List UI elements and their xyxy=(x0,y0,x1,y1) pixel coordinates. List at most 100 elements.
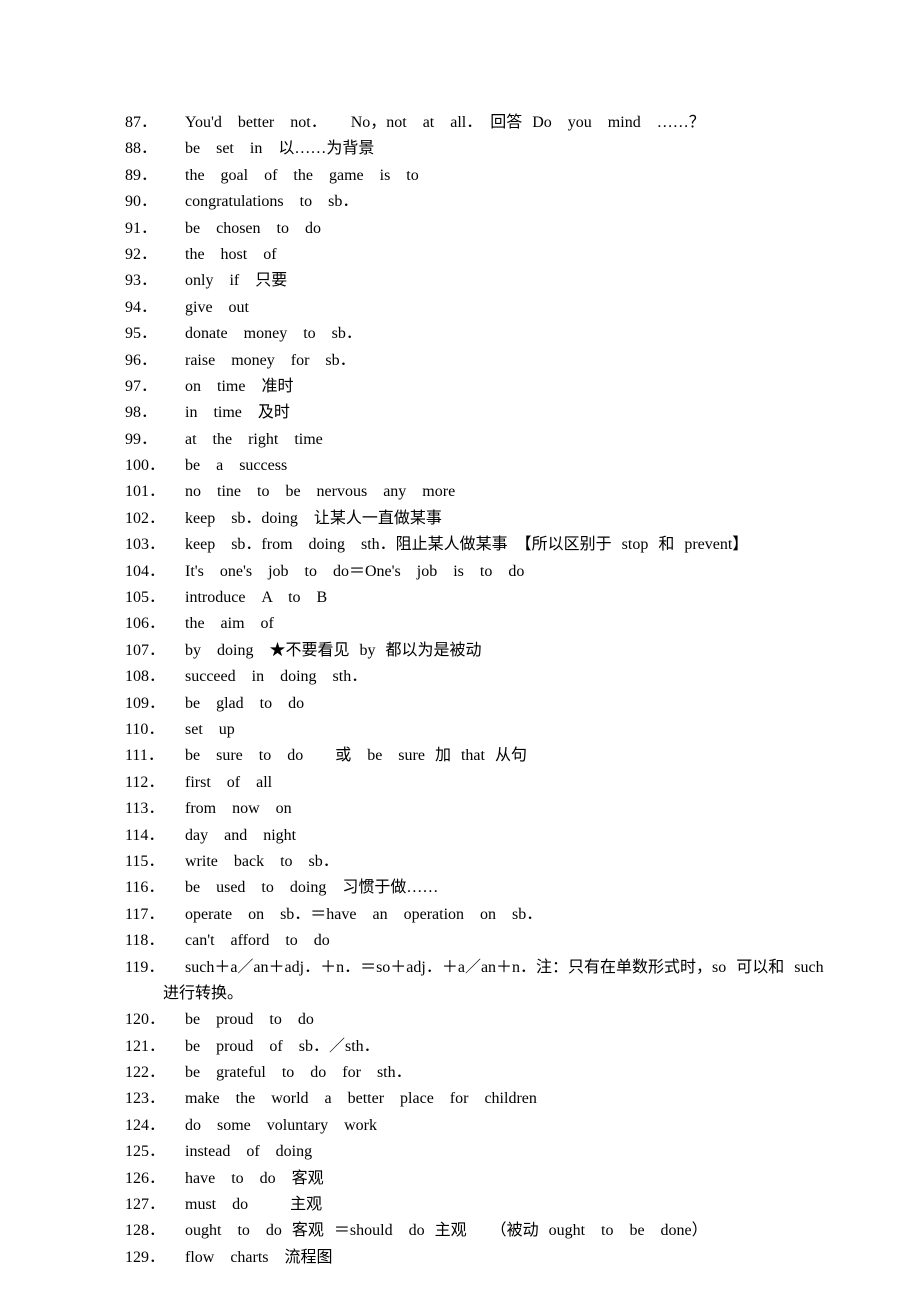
list-item: 129．flow charts 流程图 xyxy=(125,1245,825,1271)
item-text: must do 主观 xyxy=(185,1192,825,1218)
item-text: be set in 以……为背景 xyxy=(185,136,825,162)
item-number: 124． xyxy=(125,1113,185,1139)
item-text: instead of doing xyxy=(185,1139,825,1165)
content-list: 87．You'd better not． No，not at all． 回答 D… xyxy=(125,110,825,1271)
item-text: be proud to do xyxy=(185,1007,825,1033)
list-item: 93．only if 只要 xyxy=(125,268,825,294)
item-text: donate money to sb． xyxy=(185,321,825,347)
item-number: 122． xyxy=(125,1060,185,1086)
item-number: 100． xyxy=(125,453,185,479)
item-text: only if 只要 xyxy=(185,268,825,294)
item-text: introduce A to B xyxy=(185,585,825,611)
item-number: 119． xyxy=(125,955,185,981)
list-item: 103．keep sb．from doing sth．阻止某人做某事 【所以区别… xyxy=(125,532,825,558)
item-text: be glad to do xyxy=(185,691,825,717)
item-text: ought to do 客观 ＝should do 主观 （被动 ought t… xyxy=(185,1218,825,1244)
list-item: 108．succeed in doing sth． xyxy=(125,664,825,690)
item-number: 109． xyxy=(125,691,185,717)
item-text: first of all xyxy=(185,770,825,796)
item-number: 96． xyxy=(125,348,185,374)
list-item: 113．from now on xyxy=(125,796,825,822)
list-item: 126．have to do 客观 xyxy=(125,1166,825,1192)
list-item: 98．in time 及时 xyxy=(125,400,825,426)
item-number: 106． xyxy=(125,611,185,637)
item-text: give out xyxy=(185,295,825,321)
item-text: be a success xyxy=(185,453,825,479)
item-text: set up xyxy=(185,717,825,743)
list-item: 120．be proud to do xyxy=(125,1007,825,1033)
item-text: be sure to do 或 be sure 加 that 从句 xyxy=(185,743,825,769)
item-number: 98． xyxy=(125,400,185,426)
list-item: 112．first of all xyxy=(125,770,825,796)
list-item: 107．by doing ★不要看见 by 都以为是被动 xyxy=(125,638,825,664)
list-item: 104．It's one's job to do＝One's job is to… xyxy=(125,559,825,585)
item-number: 111． xyxy=(125,743,185,769)
item-text: day and night xyxy=(185,823,825,849)
list-item: 128．ought to do 客观 ＝should do 主观 （被动 oug… xyxy=(125,1218,825,1244)
list-item: 97．on time 准时 xyxy=(125,374,825,400)
item-number: 113． xyxy=(125,796,185,822)
item-text: such＋a／an＋adj．＋n．＝so＋adj．＋a／an＋n．注：只有在单数… xyxy=(185,955,825,981)
list-item: 122．be grateful to do for sth． xyxy=(125,1060,825,1086)
item-number: 91． xyxy=(125,216,185,242)
item-text: have to do 客观 xyxy=(185,1166,825,1192)
item-number: 112． xyxy=(125,770,185,796)
item-text: be chosen to do xyxy=(185,216,825,242)
item-text: make the world a better place for childr… xyxy=(185,1086,825,1112)
list-item: 127．must do 主观 xyxy=(125,1192,825,1218)
item-number: 118． xyxy=(125,928,185,954)
item-text: the host of xyxy=(185,242,825,268)
item-text: no tine to be nervous any more xyxy=(185,479,825,505)
item-number: 90． xyxy=(125,189,185,215)
list-item: 121．be proud of sb．／sth． xyxy=(125,1034,825,1060)
list-item: 105．introduce A to B xyxy=(125,585,825,611)
item-number: 101． xyxy=(125,479,185,505)
item-text: keep sb．from doing sth．阻止某人做某事 【所以区别于 st… xyxy=(185,532,825,558)
list-item: 114．day and night xyxy=(125,823,825,849)
item-number: 94． xyxy=(125,295,185,321)
item-number: 93． xyxy=(125,268,185,294)
item-number: 105． xyxy=(125,585,185,611)
list-item: 99．at the right time xyxy=(125,427,825,453)
item-number: 99． xyxy=(125,427,185,453)
item-text: flow charts 流程图 xyxy=(185,1245,825,1271)
item-number: 114． xyxy=(125,823,185,849)
item-text: It's one's job to do＝One's job is to do xyxy=(185,559,825,585)
item-number: 117． xyxy=(125,902,185,928)
item-number: 97． xyxy=(125,374,185,400)
list-item: 118．can't afford to do xyxy=(125,928,825,954)
item-text: write back to sb． xyxy=(185,849,825,875)
item-text: by doing ★不要看见 by 都以为是被动 xyxy=(185,638,825,664)
item-number: 123． xyxy=(125,1086,185,1112)
item-number: 88． xyxy=(125,136,185,162)
item-text: You'd better not． No，not at all． 回答 Do y… xyxy=(185,110,825,136)
item-text: congratulations to sb． xyxy=(185,189,825,215)
document-page: 87．You'd better not． No，not at all． 回答 D… xyxy=(0,0,920,1302)
list-item: 110．set up xyxy=(125,717,825,743)
item-number: 128． xyxy=(125,1218,185,1244)
item-number: 127． xyxy=(125,1192,185,1218)
item-text: be grateful to do for sth． xyxy=(185,1060,825,1086)
list-item: 91．be chosen to do xyxy=(125,216,825,242)
list-item: 123．make the world a better place for ch… xyxy=(125,1086,825,1112)
item-number: 102． xyxy=(125,506,185,532)
item-text: be used to doing 习惯于做…… xyxy=(185,875,825,901)
item-number: 107． xyxy=(125,638,185,664)
item-number: 125． xyxy=(125,1139,185,1165)
item-text: do some voluntary work xyxy=(185,1113,825,1139)
list-item: 106．the aim of xyxy=(125,611,825,637)
item-number: 110． xyxy=(125,717,185,743)
item-text: raise money for sb． xyxy=(185,348,825,374)
list-item-continuation: 进行转换。 xyxy=(125,981,825,1007)
item-number: 108． xyxy=(125,664,185,690)
list-item: 125．instead of doing xyxy=(125,1139,825,1165)
item-text: 进行转换。 xyxy=(163,981,243,1007)
item-text: on time 准时 xyxy=(185,374,825,400)
item-number: 104． xyxy=(125,559,185,585)
item-text: can't afford to do xyxy=(185,928,825,954)
item-number: 103． xyxy=(125,532,185,558)
item-number: 129． xyxy=(125,1245,185,1271)
list-item: 95．donate money to sb． xyxy=(125,321,825,347)
item-number: 89． xyxy=(125,163,185,189)
item-text: in time 及时 xyxy=(185,400,825,426)
